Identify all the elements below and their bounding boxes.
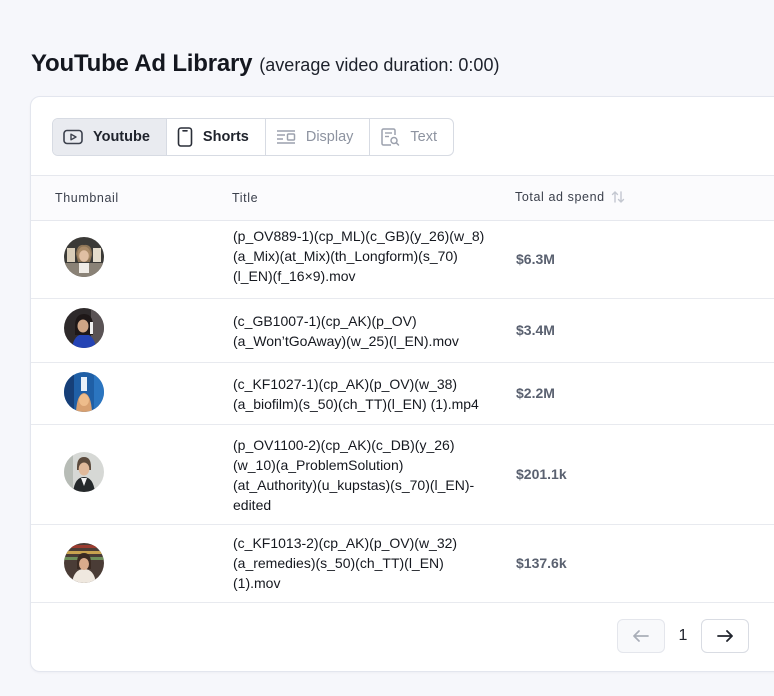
column-header-title: Title bbox=[232, 191, 259, 205]
display-layout-icon bbox=[276, 130, 296, 144]
ad-title-line: (p_OV1100-2)(cp_AK)(c_DB)(y_26) bbox=[233, 437, 455, 453]
ad-title-line: (l_EN)(f_16×9).mov bbox=[233, 268, 356, 284]
tab-youtube[interactable]: Youtube bbox=[53, 119, 167, 155]
current-page-number[interactable]: 1 bbox=[665, 627, 701, 645]
ad-title: (c_KF1027-1)(cp_AK)(p_OV)(w_38) (a_biofi… bbox=[233, 374, 503, 414]
ad-title-line: (at_Authority)(u_kupstas)(s_70)(l_EN)- bbox=[233, 477, 475, 493]
ad-spend-value: $3.4M bbox=[516, 322, 555, 338]
ad-title: (c_GB1007-1)(cp_AK)(p_OV) (a_Won’tGoAway… bbox=[233, 311, 503, 351]
table-row[interactable]: (c_GB1007-1)(cp_AK)(p_OV) (a_Won’tGoAway… bbox=[31, 299, 774, 363]
ad-title-line: (c_KF1013-2)(cp_AK)(p_OV)(w_32) bbox=[233, 535, 458, 551]
column-header-thumbnail: Thumbnail bbox=[55, 191, 119, 205]
table-row[interactable]: (c_KF1027-1)(cp_AK)(p_OV)(w_38) (a_biofi… bbox=[31, 363, 774, 425]
table-row[interactable]: (c_KF1013-2)(cp_AK)(p_OV)(w_32) (a_remed… bbox=[31, 525, 774, 603]
table-row[interactable]: (p_OV1100-2)(cp_AK)(c_DB)(y_26) (w_10)(a… bbox=[31, 425, 774, 525]
tab-shorts[interactable]: Shorts bbox=[167, 119, 266, 155]
page-title: YouTube Ad Library bbox=[31, 50, 253, 77]
ad-library-card: Youtube Shorts Display Text Thumbnail Ti… bbox=[30, 96, 774, 672]
ad-title: (p_OV889-1)(cp_ML)(c_GB)(y_26)(w_8) (a_M… bbox=[233, 226, 503, 286]
ad-title-line: (a_Won’tGoAway)(w_25)(l_EN).mov bbox=[233, 333, 459, 349]
ad-spend-value: $2.2M bbox=[516, 385, 555, 401]
youtube-icon bbox=[63, 129, 83, 145]
table-header: Thumbnail Title Total ad spend bbox=[31, 175, 774, 221]
ad-title-line: (a_Mix)(at_Mix)(th_Longform)(s_70) bbox=[233, 248, 458, 264]
tab-youtube-label: Youtube bbox=[93, 129, 150, 145]
ad-title-line: (w_10)(a_ProblemSolution) bbox=[233, 457, 404, 473]
next-page-button[interactable] bbox=[701, 619, 749, 653]
previous-page-button[interactable] bbox=[617, 619, 665, 653]
ad-title-line: (a_remedies)(s_50)(ch_TT)(l_EN) bbox=[233, 555, 444, 571]
ad-spend-value: $6.3M bbox=[516, 251, 555, 267]
thumbnail-avatar bbox=[64, 452, 104, 492]
thumbnail-avatar bbox=[64, 237, 104, 277]
ad-title-line: (c_KF1027-1)(cp_AK)(p_OV)(w_38) bbox=[233, 376, 458, 392]
text-search-icon bbox=[381, 128, 400, 146]
ad-title-line: (1).mov bbox=[233, 575, 281, 591]
ad-title-line: edited bbox=[233, 497, 272, 513]
ad-spend-value: $201.1k bbox=[516, 466, 567, 482]
thumbnail-avatar bbox=[64, 372, 104, 412]
page-heading: YouTube Ad Library (average video durati… bbox=[31, 50, 499, 78]
shorts-phone-icon bbox=[177, 127, 193, 147]
ad-title-line: (p_OV889-1)(cp_ML)(c_GB)(y_26)(w_8) bbox=[233, 228, 485, 244]
ad-spend-value: $137.6k bbox=[516, 555, 567, 571]
format-tabs: Youtube Shorts Display Text bbox=[52, 118, 454, 156]
ad-title: (c_KF1013-2)(cp_AK)(p_OV)(w_32) (a_remed… bbox=[233, 533, 503, 593]
tab-display[interactable]: Display bbox=[266, 119, 371, 155]
table-row[interactable]: (p_OV889-1)(cp_ML)(c_GB)(y_26)(w_8) (a_M… bbox=[31, 221, 774, 299]
average-duration-label: (average video duration: 0:00) bbox=[259, 55, 500, 75]
column-header-spend-label: Total ad spend bbox=[515, 190, 605, 204]
tab-shorts-label: Shorts bbox=[202, 129, 249, 145]
ad-title-line: (a_biofilm)(s_50)(ch_TT)(l_EN) (1).mp4 bbox=[233, 396, 479, 412]
thumbnail-avatar bbox=[64, 308, 104, 348]
arrow-right-icon bbox=[717, 630, 733, 642]
column-header-total-ad-spend[interactable]: Total ad spend bbox=[515, 190, 625, 204]
tab-display-label: Display bbox=[305, 129, 354, 145]
ad-title-line: (c_GB1007-1)(cp_AK)(p_OV) bbox=[233, 313, 417, 329]
arrow-left-icon bbox=[633, 630, 649, 642]
pagination: 1 bbox=[617, 619, 749, 653]
sort-icon[interactable] bbox=[611, 190, 625, 204]
tab-text-label: Text bbox=[410, 129, 437, 145]
tab-text[interactable]: Text bbox=[370, 119, 453, 155]
thumbnail-avatar bbox=[64, 543, 104, 583]
ad-title: (p_OV1100-2)(cp_AK)(c_DB)(y_26) (w_10)(a… bbox=[233, 435, 503, 515]
